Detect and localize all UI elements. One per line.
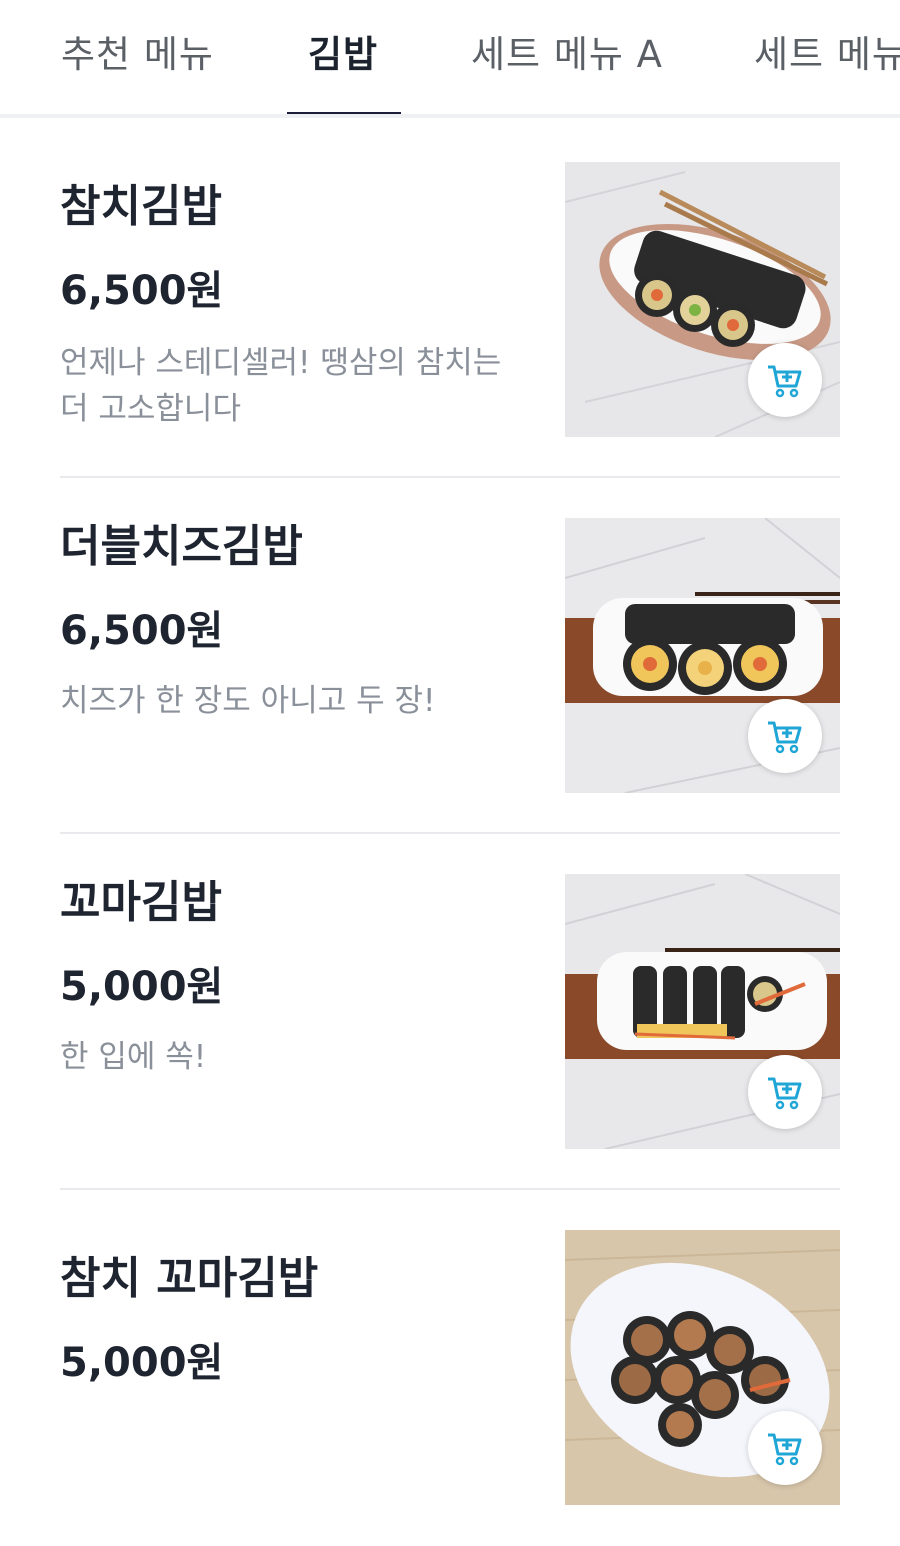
- cart-add-icon: [768, 721, 802, 754]
- add-to-cart-button[interactable]: [748, 1411, 822, 1485]
- add-to-cart-button[interactable]: [748, 1055, 822, 1129]
- category-tabs: 추천 메뉴 김밥 세트 메뉴 A 세트 메뉴: [0, 0, 900, 118]
- item-name: 더블치즈김밥: [60, 521, 303, 572]
- item-price: 5,000원: [60, 1340, 224, 1386]
- tab-kimbap[interactable]: 김밥: [308, 24, 378, 78]
- item-description: 치즈가 한 장도 아니고 두 장!: [60, 683, 436, 719]
- tab-set-menu[interactable]: 세트 메뉴: [754, 24, 900, 78]
- cart-add-icon: [768, 365, 802, 398]
- active-tab-indicator: [287, 112, 401, 114]
- add-to-cart-button[interactable]: [748, 699, 822, 773]
- add-to-cart-button[interactable]: [748, 343, 822, 417]
- menu-item[interactable]: 꼬마김밥 5,000원 한 입에 쏙!: [60, 834, 840, 1190]
- menu-item[interactable]: 참치김밥 6,500원 언제나 스테디셀러! 땡삼의 참치는 더 고소합니다: [60, 122, 840, 478]
- item-name: 꼬마김밥: [60, 877, 222, 928]
- item-price: 6,500원: [60, 268, 224, 314]
- cart-add-icon: [768, 1077, 802, 1110]
- item-price: 5,000원: [60, 964, 224, 1010]
- menu-list: 참치김밥 6,500원 언제나 스테디셀러! 땡삼의 참치는 더 고소합니다 더…: [0, 122, 900, 1546]
- item-price: 6,500원: [60, 608, 224, 654]
- cart-add-icon: [768, 1433, 802, 1466]
- item-description: 한 입에 쏙!: [60, 1039, 207, 1075]
- item-name: 참치김밥: [60, 181, 222, 232]
- item-description: 언제나 스테디셀러! 땡삼의 참치는 더 고소합니다: [60, 345, 502, 427]
- item-name: 참치 꼬마김밥: [60, 1253, 319, 1304]
- menu-item[interactable]: 참치 꼬마김밥 5,000원: [60, 1190, 840, 1546]
- item-photo[interactable]: [565, 162, 840, 437]
- item-photo[interactable]: [565, 518, 840, 793]
- tab-recommended[interactable]: 추천 메뉴: [61, 24, 214, 78]
- item-photo[interactable]: [565, 874, 840, 1149]
- menu-item[interactable]: 더블치즈김밥 6,500원 치즈가 한 장도 아니고 두 장!: [60, 478, 840, 834]
- tab-set-menu-a[interactable]: 세트 메뉴 A: [471, 24, 663, 78]
- item-photo[interactable]: [565, 1230, 840, 1505]
